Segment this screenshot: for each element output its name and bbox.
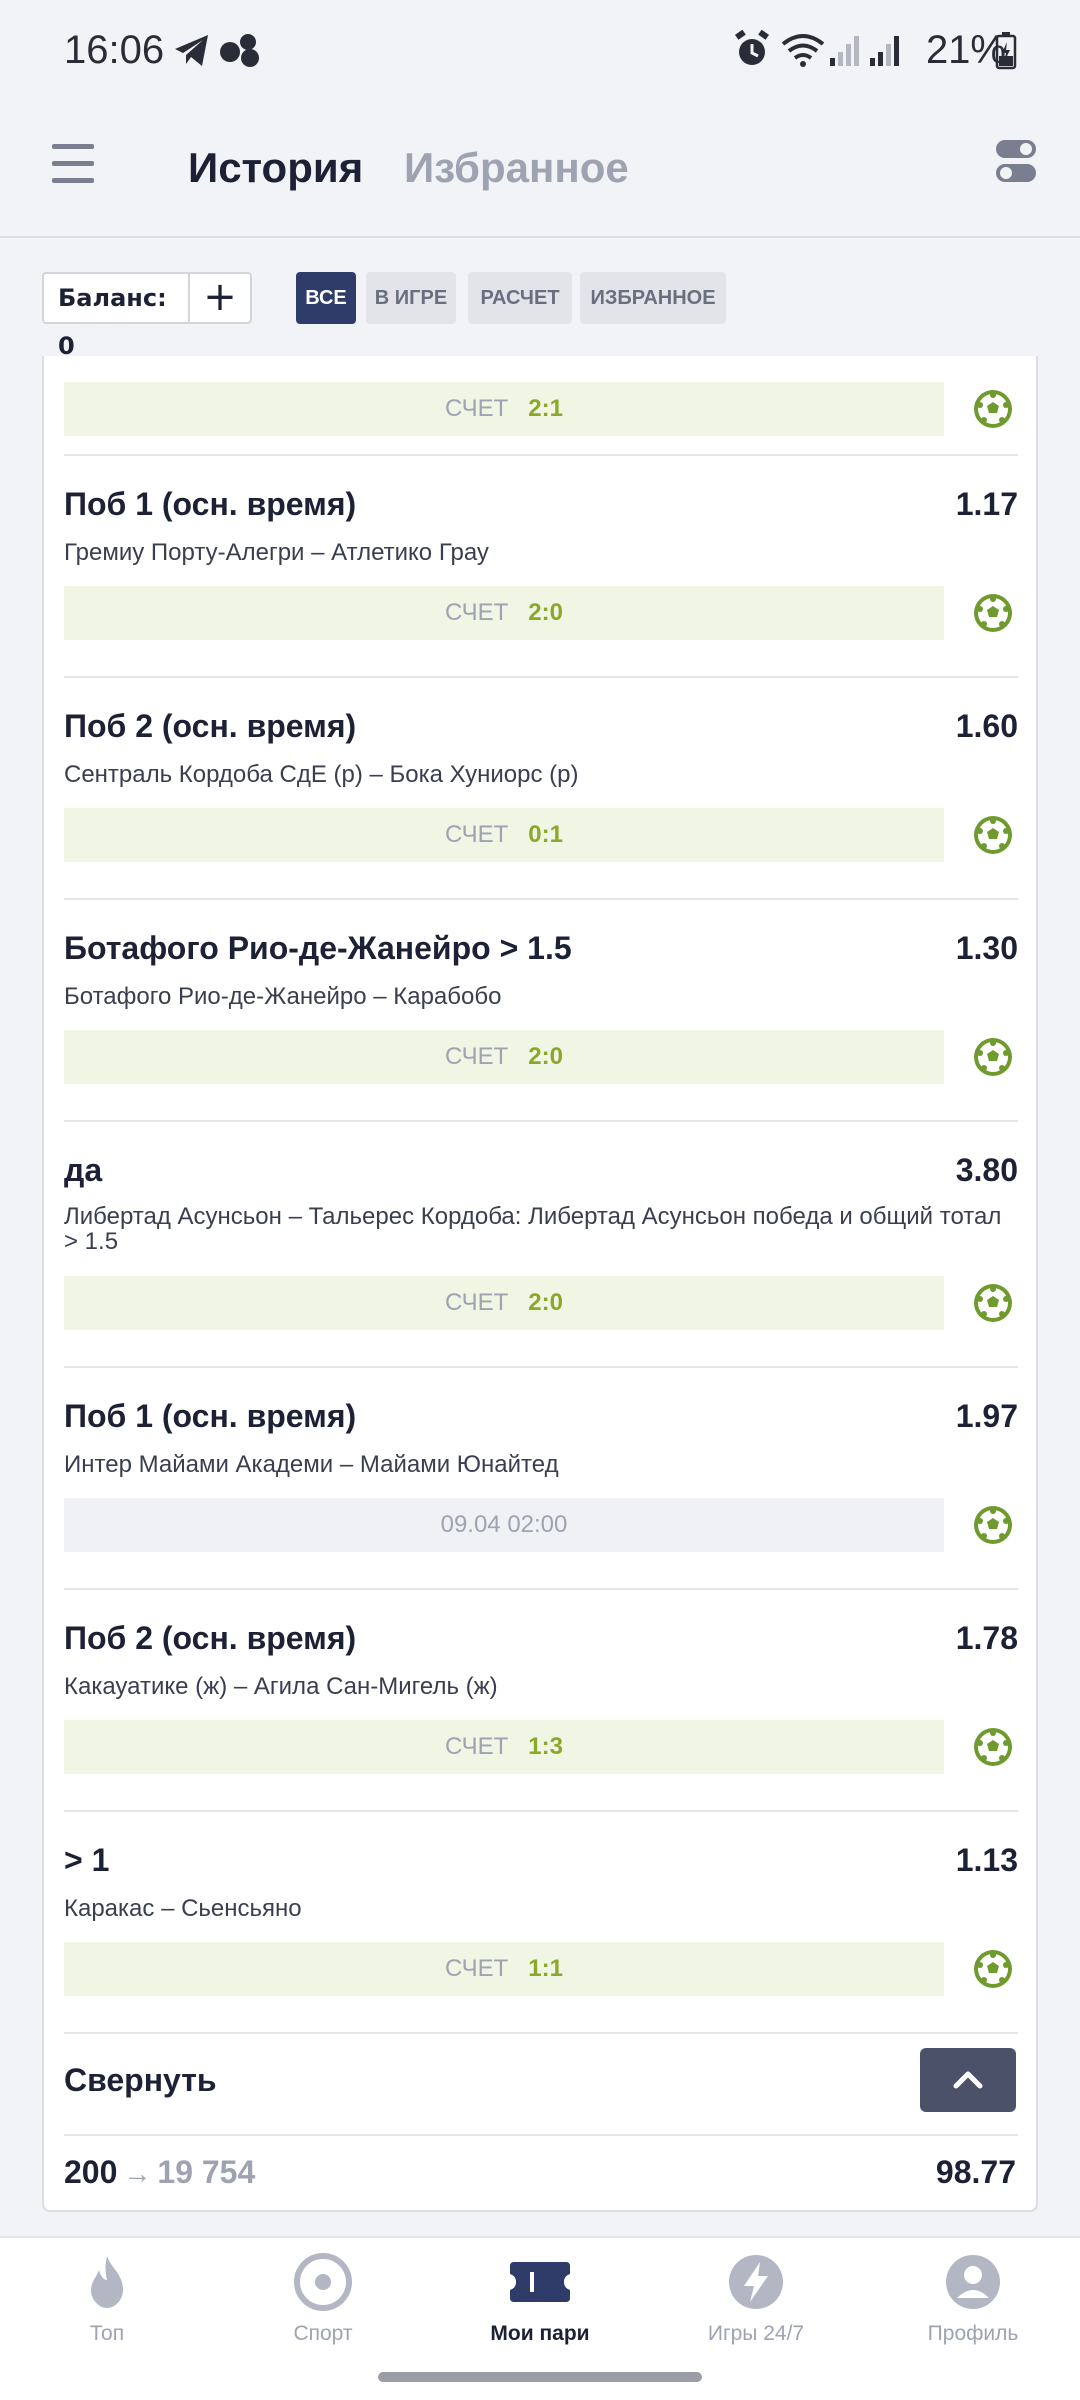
nav-top[interactable]: Топ [7, 2252, 207, 2346]
bet-title: Ботафого Рио-де-Жанейро > 1.5 [64, 930, 572, 966]
potential-win: 19 754 [157, 2154, 256, 2190]
home-indicator[interactable] [378, 2372, 702, 2382]
football-icon [972, 1726, 1014, 1768]
nav-my-bets[interactable]: Мои пари [440, 2252, 640, 2346]
balance-label: Баланс: 0 [44, 274, 190, 360]
score-bar: СЧЕТ 2:0 [64, 586, 944, 640]
football-icon [972, 814, 1014, 856]
bet-title: да [64, 1152, 103, 1188]
arrow-right-icon: → [123, 2158, 152, 2189]
bet-odds: 3.80 [955, 1152, 1018, 1188]
bet-title: Поб 2 (осн. время) [64, 708, 357, 744]
bet-odds: 1.13 [955, 1842, 1018, 1878]
collapse-button[interactable] [920, 2048, 1016, 2112]
collapse-label[interactable]: Свернуть [64, 2062, 217, 2099]
bet-odds: 1.17 [955, 486, 1018, 522]
filter-live[interactable]: В ИГРЕ [366, 272, 456, 324]
divider [64, 2134, 1018, 2136]
bet-item[interactable]: Ботафого Рио-де-Жанейро > 1.5 1.30 Ботаф… [64, 900, 1018, 1120]
nav-sport[interactable]: Спорт [223, 2252, 423, 2346]
target-icon [294, 2253, 352, 2311]
menu-icon[interactable] [52, 144, 94, 184]
nav-profile[interactable]: Профиль [873, 2252, 1073, 2346]
bet-title: > 1 [64, 1842, 110, 1878]
status-bar: 16:06 21% [0, 0, 1080, 100]
score-bar: СЧЕТ 1:3 [64, 1720, 944, 1774]
status-time: 16:06 [64, 28, 165, 72]
football-icon [972, 388, 1014, 430]
bet-odds: 1.30 [955, 930, 1018, 966]
app-header: История Избранное [0, 100, 1080, 238]
bet-item[interactable]: да 3.80 Либертад Асунсьон – Тальерес Кор… [64, 1122, 1018, 1366]
filter-all[interactable]: ВСЕ [296, 272, 356, 324]
battery-icon [994, 30, 1018, 74]
filter-settled[interactable]: РАСЧЕТ [468, 272, 572, 324]
alarm-icon [734, 29, 770, 74]
bet-odds: 1.97 [955, 1398, 1018, 1434]
fire-icon [91, 2256, 123, 2308]
football-icon [972, 1282, 1014, 1324]
bet-item[interactable]: Поб 2 (осн. время) 1.60 Сентраль Кордоба… [64, 678, 1018, 898]
football-icon [972, 1036, 1014, 1078]
app-notification-icon [218, 30, 262, 74]
bet-match: Ботафого Рио-де-Жанейро – Карабобо [64, 983, 502, 1010]
filter-favorites[interactable]: ИЗБРАННОЕ [580, 272, 726, 324]
bet-match: Гремиу Порту-Алегри – Атлетико Грау [64, 539, 489, 566]
tab-history[interactable]: История [188, 144, 363, 192]
total-odds: 98.77 [935, 2154, 1016, 2190]
event-time-bar: 09.04 02:00 [64, 1498, 944, 1552]
football-icon [972, 1948, 1014, 1990]
lightning-icon [729, 2255, 783, 2309]
score-bar: СЧЕТ 2:0 [64, 1276, 944, 1330]
football-icon [972, 1504, 1014, 1546]
signal-icon-1 [828, 30, 862, 74]
filter-bar: Баланс: 0 + ВСЕ В ИГРЕ РАСЧЕТ ИЗБРАННОЕ [0, 240, 1080, 360]
bet-item[interactable]: Поб 1 (осн. время) 1.17 Гремиу Порту-Але… [64, 456, 1018, 678]
settings-toggle-icon[interactable] [994, 136, 1038, 186]
wifi-icon [780, 30, 826, 74]
score-bar: СЧЕТ 1:1 [64, 1942, 944, 1996]
score-bar: СЧЕТ 2:1 [64, 382, 944, 436]
bet-match: Сентраль Кордоба СдЕ (р) – Бока Хуниорс … [64, 761, 579, 788]
ticket-icon [510, 2262, 570, 2302]
bet-history-card: СЧЕТ 2:1 Поб 1 (осн. время) 1.17 Гремиу П… [42, 356, 1038, 2212]
bet-match: Либертад Асунсьон – Тальерес Кордоба: Ли… [64, 1203, 1002, 1255]
telegram-icon [172, 30, 212, 74]
football-icon [972, 592, 1014, 634]
score-bar: СЧЕТ 2:0 [64, 1030, 944, 1084]
divider [64, 2032, 1018, 2034]
bet-match: Интер Майами Академи – Майами Юнайтед [64, 1451, 559, 1478]
bet-title: Поб 1 (осн. время) [64, 486, 357, 522]
bet-match: Каракас – Сьенсьяно [64, 1895, 302, 1922]
score-bar: СЧЕТ 0:1 [64, 808, 944, 862]
add-balance-button[interactable]: + [190, 274, 250, 322]
bet-title: Поб 1 (осн. время) [64, 1398, 357, 1434]
profile-icon [946, 2255, 1000, 2309]
stake-amount: 200 [64, 2154, 118, 2190]
chevron-up-icon [953, 2071, 983, 2089]
bet-odds: 1.60 [955, 708, 1018, 744]
tab-favorites[interactable]: Избранное [404, 144, 629, 192]
nav-games[interactable]: Игры 24/7 [656, 2252, 856, 2346]
bet-summary: 200 → 19 754 [64, 2154, 255, 2191]
bet-odds: 1.78 [955, 1620, 1018, 1656]
bet-title: Поб 2 (осн. время) [64, 1620, 357, 1656]
balance-widget: Баланс: 0 + [42, 272, 252, 360]
bet-item[interactable]: Поб 2 (осн. время) 1.78 Какауатике (ж) –… [64, 1590, 1018, 1810]
bet-match: Какауатике (ж) – Агила Сан-Мигель (ж) [64, 1673, 498, 1700]
signal-icon-2 [868, 30, 902, 74]
bet-item[interactable]: > 1 1.13 Каракас – Сьенсьяно СЧЕТ 1:1 [64, 1812, 1018, 2032]
bet-item[interactable]: Поб 1 (осн. время) 1.97 Интер Майами Ака… [64, 1368, 1018, 1588]
